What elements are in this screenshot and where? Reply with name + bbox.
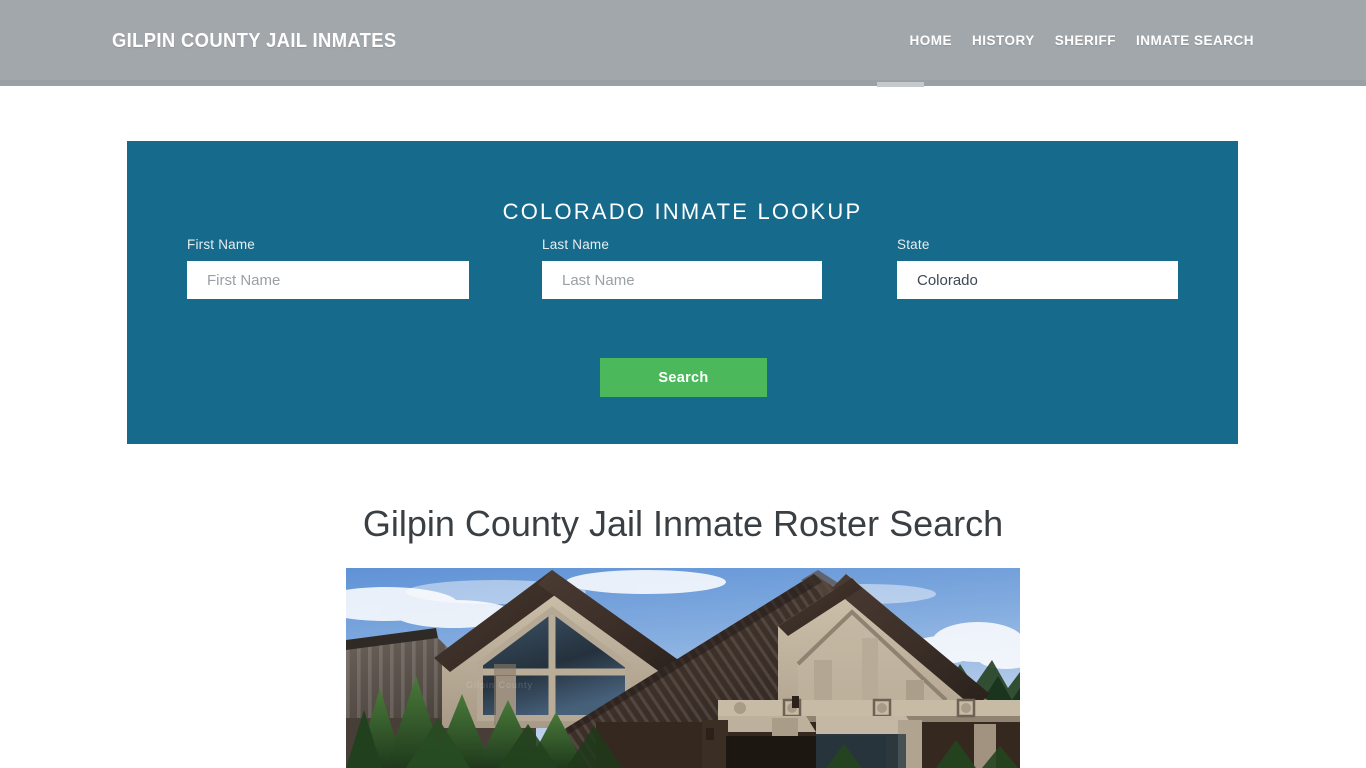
- lookup-panel-title: COLORADO INMATE LOOKUP: [502, 199, 863, 225]
- first-name-field-group: First Name: [187, 237, 469, 299]
- last-name-input[interactable]: [542, 261, 822, 299]
- nav-item-inmate-search[interactable]: INMATE SEARCH: [1136, 33, 1254, 48]
- state-input[interactable]: [897, 261, 1178, 299]
- facility-photo: Gilpin County: [346, 568, 1020, 768]
- first-name-label: First Name: [187, 237, 256, 252]
- state-field-group: State: [897, 237, 1178, 299]
- last-name-field-group: Last Name: [542, 237, 822, 299]
- first-name-input[interactable]: [187, 261, 469, 299]
- state-label: State: [897, 237, 930, 252]
- inmate-lookup-panel: COLORADO INMATE LOOKUP First Name Last N…: [127, 141, 1238, 444]
- last-name-label: Last Name: [542, 237, 610, 252]
- nav-item-sheriff[interactable]: SHERIFF: [1055, 33, 1116, 48]
- page-title: Gilpin County Jail Inmate Roster Search: [362, 503, 1004, 544]
- nav-item-home[interactable]: HOME: [909, 33, 952, 48]
- svg-text:Gilpin County: Gilpin County: [466, 680, 533, 690]
- site-header: GILPIN COUNTY JAIL INMATES HOME HISTORY …: [0, 0, 1366, 87]
- nav-item-history[interactable]: HISTORY: [972, 33, 1035, 48]
- main-navigation: HOME HISTORY SHERIFF INMATE SEARCH: [909, 33, 1254, 48]
- site-brand-title[interactable]: GILPIN COUNTY JAIL INMATES: [112, 30, 397, 53]
- search-button[interactable]: Search: [600, 358, 767, 397]
- nav-active-indicator: [877, 82, 924, 87]
- lookup-form-fields: First Name Last Name State: [127, 237, 1238, 307]
- header-bottom-border: [0, 80, 1366, 86]
